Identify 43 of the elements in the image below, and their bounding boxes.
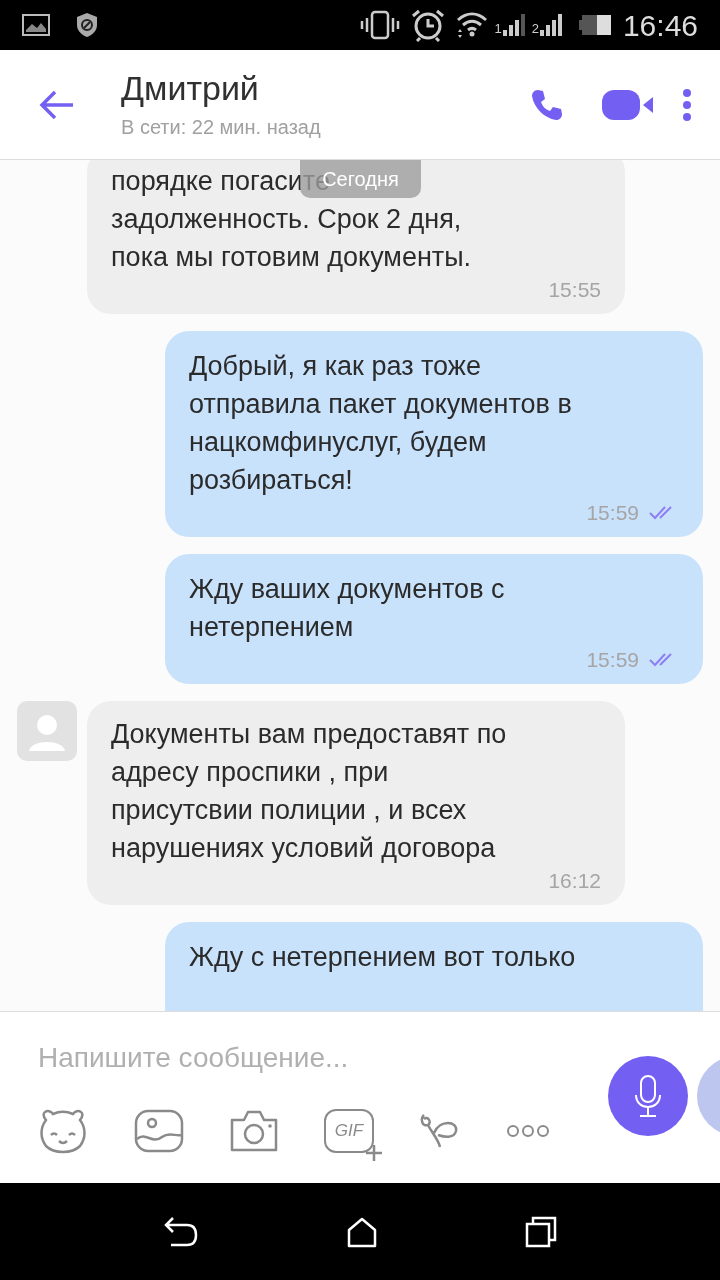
image-icon: [22, 14, 50, 36]
message-text-line: розбираться!: [189, 464, 353, 497]
gif-button[interactable]: GIF: [324, 1109, 374, 1153]
vibrate-icon: [360, 10, 401, 40]
gallery-icon[interactable]: [134, 1109, 184, 1153]
message-text-line: Жду ваших документов с: [189, 573, 505, 606]
message-text-line: пока мы готовим документы.: [111, 241, 472, 274]
message-input[interactable]: Напишите сообщение...: [38, 1038, 578, 1078]
message-text-line: Жду с нетерпением вот только: [189, 941, 576, 974]
kebab-menu-icon: [682, 88, 692, 121]
microphone-icon: [634, 1075, 662, 1117]
more-icon[interactable]: [506, 1124, 550, 1138]
message-text-line: Документы вам предоставят по: [111, 718, 507, 751]
sim-label: 2: [531, 19, 539, 38]
message-text-line: нетерпением: [189, 611, 354, 644]
message-time: 15:59: [586, 647, 639, 673]
clock-time: 16:46: [622, 7, 698, 44]
signal-icon: [538, 12, 565, 38]
video-camera-icon: [602, 89, 654, 120]
camera-icon[interactable]: [228, 1108, 280, 1154]
message-text-line: отправила пакет документов в: [189, 388, 572, 421]
battery-icon: [578, 14, 611, 36]
contact-name: Дмитрий: [121, 67, 260, 108]
message-text-line: адресу проспики , при: [111, 756, 389, 789]
message-time: 15:59: [586, 500, 639, 526]
message-text-line: задолженность. Срок 2 дня,: [111, 203, 462, 236]
home-icon[interactable]: [346, 1215, 378, 1248]
last-seen-status: В сети: 22 мин. назад: [121, 114, 322, 140]
sim-label: 1: [494, 19, 502, 38]
shield-icon: [76, 12, 98, 38]
plus-icon: [364, 1143, 384, 1163]
back-icon[interactable]: [163, 1215, 200, 1248]
message-time: 16:12: [548, 868, 601, 894]
message-text-line: нацкомфинуслуг, будем: [189, 426, 487, 459]
message-text-line: нарушениях условий договора: [111, 832, 496, 865]
signal-icon: [501, 12, 528, 38]
phone-icon: [530, 87, 564, 122]
alarm-icon: [410, 8, 447, 42]
message-text-line: Добрый, я как раз тоже: [189, 350, 481, 383]
recent-apps-icon[interactable]: [524, 1215, 557, 1248]
message-time: 15:55: [548, 277, 601, 303]
back-arrow-icon: [39, 88, 75, 121]
message-text-line: присутсвии полиции , и всех: [111, 794, 467, 827]
